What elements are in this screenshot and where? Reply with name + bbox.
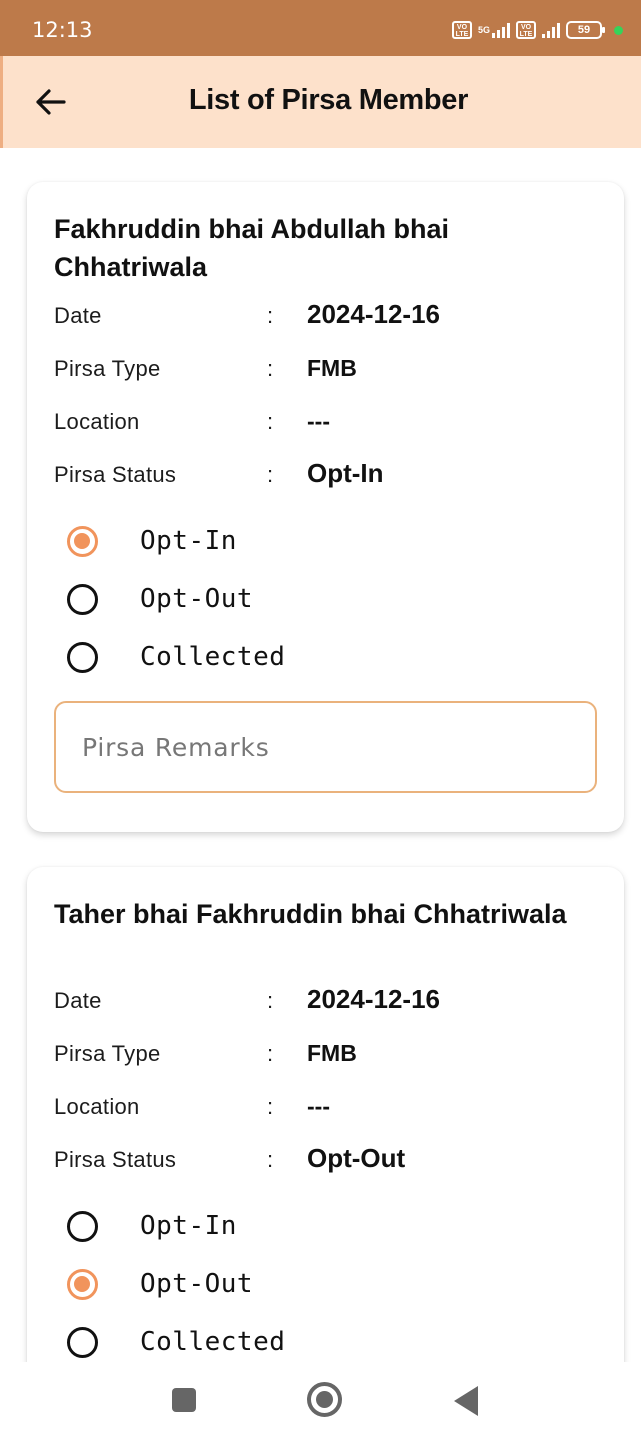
pirsa-type-row: Pirsa Type : FMB — [54, 1033, 614, 1073]
pirsa-type-label: Pirsa Type — [54, 1041, 161, 1066]
pirsa-status-label: Pirsa Status — [54, 462, 177, 487]
volte-icon-2: VO LTE — [516, 21, 536, 39]
volte-icon: VO LTE — [451, 21, 472, 39]
pirsa-type-row: Pirsa Type : FMB — [54, 348, 614, 388]
separator: : — [267, 1147, 274, 1172]
status-icons: VO LTE 5G VO LTE 59 — [451, 18, 623, 42]
date-label: Date — [54, 988, 102, 1013]
separator: : — [267, 1094, 274, 1119]
page-title: List of Pirsa Member — [188, 84, 469, 116]
signal-icon — [492, 22, 510, 38]
location-label: Location — [54, 409, 140, 434]
member-card: Fakhruddin bhai Abdullah bhai Chhatriwal… — [27, 182, 624, 832]
member-name: Fakhruddin bhai Abdullah bhai Chhatriwal… — [54, 214, 449, 282]
date-row: Date : 2024-12-16 — [54, 295, 614, 335]
location-row: Location : --- — [54, 1086, 614, 1126]
date-value: 2024-12-16 — [307, 984, 440, 1014]
member-name: Taher bhai Fakhruddin bhai Chhatriwala — [54, 899, 567, 929]
radio-collected[interactable]: Collected — [67, 1318, 387, 1366]
separator: : — [267, 409, 274, 434]
pirsa-status-label: Pirsa Status — [54, 1147, 177, 1172]
radio-label: Opt-In — [140, 526, 237, 556]
radio-label: Opt-In — [140, 1211, 237, 1241]
radio-opt-in[interactable]: Opt-In — [67, 1202, 387, 1250]
privacy-indicator-icon — [614, 25, 623, 35]
pirsa-type-label: Pirsa Type — [54, 356, 161, 381]
pirsa-status-value: Opt-Out — [307, 1143, 406, 1173]
radio-unselected-icon[interactable] — [67, 583, 98, 615]
system-nav-bar — [0, 1362, 641, 1440]
pirsa-type-value: FMB — [307, 355, 357, 381]
separator: : — [267, 1041, 274, 1066]
home-circle-icon[interactable] — [307, 1382, 342, 1417]
radio-label: Collected — [140, 1327, 286, 1357]
radio-label: Collected — [140, 642, 286, 672]
pirsa-status-row: Pirsa Status : Opt-Out — [54, 1139, 614, 1179]
radio-opt-out[interactable]: Opt-Out — [67, 575, 387, 623]
date-label: Date — [54, 303, 102, 328]
radio-selected-icon[interactable] — [67, 525, 98, 557]
pirsa-type-value: FMB — [307, 1040, 357, 1066]
radio-collected[interactable]: Collected — [67, 633, 387, 681]
separator: : — [267, 303, 274, 328]
pirsa-remarks-input[interactable] — [54, 701, 597, 793]
signal-icon-2 — [542, 22, 560, 38]
location-row: Location : --- — [54, 401, 614, 441]
date-row: Date : 2024-12-16 — [54, 980, 614, 1020]
separator: : — [267, 356, 274, 381]
app-bar: List of Pirsa Member — [0, 56, 641, 148]
status-time: 12:13 — [32, 18, 93, 42]
location-value: --- — [307, 408, 330, 434]
network-type: 5G — [477, 24, 490, 35]
radio-unselected-icon[interactable] — [67, 1326, 98, 1358]
battery-icon: 59 — [566, 21, 605, 39]
radio-label: Opt-Out — [140, 1269, 254, 1299]
pirsa-status-value: Opt-In — [307, 458, 384, 488]
radio-unselected-icon[interactable] — [67, 1210, 98, 1242]
radio-unselected-icon[interactable] — [67, 641, 98, 673]
radio-opt-out[interactable]: Opt-Out — [67, 1260, 387, 1308]
radio-opt-in[interactable]: Opt-In — [67, 517, 387, 565]
separator: : — [267, 462, 274, 487]
radio-label: Opt-Out — [140, 584, 254, 614]
separator: : — [267, 988, 274, 1013]
back-triangle-icon[interactable] — [454, 1386, 478, 1416]
date-value: 2024-12-16 — [307, 299, 440, 329]
radio-selected-icon[interactable] — [67, 1268, 98, 1300]
pirsa-status-row: Pirsa Status : Opt-In — [54, 454, 614, 494]
location-label: Location — [54, 1094, 140, 1119]
location-value: --- — [307, 1093, 330, 1119]
status-bar: 12:13 VO LTE 5G VO LTE 59 — [0, 0, 641, 56]
recents-square-icon[interactable] — [172, 1388, 196, 1412]
member-card: Taher bhai Fakhruddin bhai Chhatriwala D… — [27, 867, 624, 1440]
